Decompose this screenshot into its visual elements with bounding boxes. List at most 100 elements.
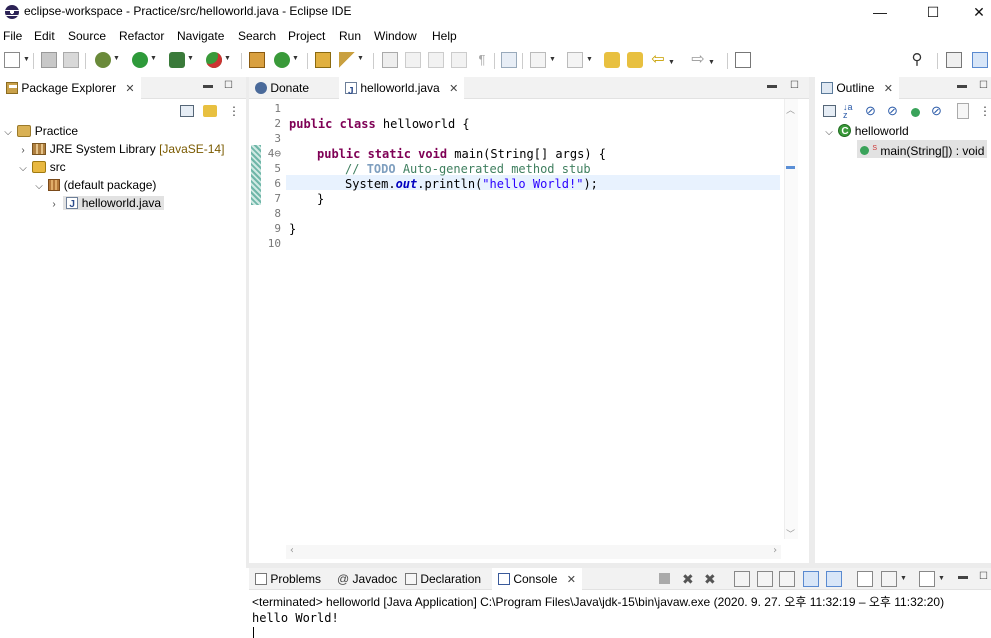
open-console-icon[interactable] <box>919 571 945 587</box>
java-perspective-icon[interactable] <box>972 52 988 68</box>
external-tools-icon[interactable] <box>206 52 231 68</box>
clear-console-icon[interactable] <box>734 571 750 587</box>
pin-console-icon[interactable] <box>857 571 873 587</box>
tab-helloworld-java[interactable]: helloworld.java ✕ <box>339 77 465 103</box>
menu-run[interactable]: Run <box>339 29 361 43</box>
toggle-breadcrumb-icon[interactable] <box>451 52 467 68</box>
close-icon[interactable]: ✕ <box>125 83 134 95</box>
hide-fields-icon[interactable]: ⊘ <box>865 103 881 119</box>
show-whitespace-icon[interactable]: ¶ <box>474 52 490 68</box>
console-output[interactable]: hello World! <box>252 611 339 625</box>
chevron-down-icon[interactable]: ⌵ <box>2 124 14 142</box>
show-on-stdout-icon[interactable] <box>803 571 819 587</box>
outline-item-method[interactable]: S main(String[]) : void <box>857 140 988 158</box>
debug-icon[interactable] <box>95 52 120 68</box>
hide-static-icon[interactable]: ⊘ <box>887 103 903 119</box>
word-wrap-icon[interactable] <box>779 571 795 587</box>
close-icon[interactable]: ✕ <box>449 83 458 95</box>
tab-package-explorer[interactable]: Package Explorer ✕ <box>0 77 141 99</box>
view-menu-icon[interactable]: ⋮ <box>228 103 240 119</box>
quick-access-search-icon[interactable]: ⚲ <box>909 52 925 68</box>
sort-icon[interactable]: ↓a z <box>843 103 859 120</box>
overview-ruler[interactable] <box>784 99 798 539</box>
hide-local-types-icon[interactable]: ⊘ <box>931 103 947 119</box>
tree-item-project[interactable]: ⌵ Practice <box>2 122 78 140</box>
menu-edit[interactable]: Edit <box>34 29 55 43</box>
minimize-view-icon[interactable]: ▬ <box>767 80 777 91</box>
coverage-icon[interactable] <box>169 52 194 68</box>
view-menu-icon[interactable]: ⋮ <box>979 103 991 119</box>
new-java-project-icon[interactable] <box>249 52 265 68</box>
link-with-editor-icon[interactable] <box>203 105 217 117</box>
tab-declaration[interactable]: Declaration <box>399 568 487 590</box>
line-number-fold[interactable]: 4⊖ <box>261 147 281 160</box>
tab-donate[interactable]: Donate <box>249 77 339 99</box>
search-icon-tb[interactable] <box>339 52 364 68</box>
toggle-block-icon[interactable] <box>405 52 421 68</box>
link-with-editor-icon[interactable] <box>957 103 969 119</box>
menu-file[interactable]: File <box>3 29 22 43</box>
next-edit-location-icon[interactable] <box>627 52 643 68</box>
maximize-view-icon[interactable]: ☐ <box>790 80 799 91</box>
run-icon[interactable] <box>132 52 157 68</box>
outline-item-class[interactable]: ⌵ helloworld <box>823 122 909 142</box>
collapse-all-icon[interactable] <box>180 105 194 117</box>
tab-problems[interactable]: Problems <box>249 568 327 590</box>
hide-non-public-icon[interactable] <box>911 108 920 117</box>
save-all-icon[interactable] <box>63 52 79 68</box>
chevron-right-icon[interactable]: › <box>48 196 60 214</box>
tree-item-jre-library[interactable]: › JRE System Library [JavaSE-14] <box>17 140 224 158</box>
scroll-left-icon[interactable]: ‹ <box>289 545 295 556</box>
menu-window[interactable]: Window <box>374 29 417 43</box>
menu-navigate[interactable]: Navigate <box>177 29 224 43</box>
open-perspective-icon[interactable] <box>946 52 962 68</box>
scroll-right-icon[interactable]: › <box>772 545 778 556</box>
chevron-down-icon[interactable]: ⌵ <box>33 178 45 196</box>
tab-console[interactable]: Console ✕ <box>492 568 582 590</box>
menu-help[interactable]: Help <box>432 29 457 43</box>
horizontal-scrollbar[interactable]: ‹ › <box>286 545 781 559</box>
minimize-button[interactable]: — <box>857 0 903 24</box>
menu-source[interactable]: Source <box>68 29 106 43</box>
close-icon[interactable]: ✕ <box>567 574 576 586</box>
maximize-button[interactable]: ☐ <box>910 0 956 24</box>
close-icon[interactable]: ✕ <box>884 83 893 95</box>
forward-icon[interactable]: ⇨ <box>690 52 715 72</box>
terminate-icon[interactable] <box>659 573 670 584</box>
display-console-icon[interactable] <box>881 571 907 587</box>
back-icon[interactable]: ⇦ <box>650 52 675 72</box>
show-on-stderr-icon[interactable] <box>826 571 842 587</box>
open-type-icon[interactable] <box>315 52 331 68</box>
next-annotation-icon[interactable] <box>530 52 556 68</box>
scroll-lock-icon[interactable] <box>757 571 773 587</box>
chevron-down-icon[interactable]: ⌵ <box>823 124 835 142</box>
maximize-view-icon[interactable]: ☐ <box>979 571 988 582</box>
pin-editor-icon[interactable] <box>735 52 751 68</box>
previous-annotation-icon[interactable] <box>567 52 593 68</box>
scroll-up-icon[interactable]: ︿ <box>786 103 795 116</box>
minimize-view-icon[interactable]: ▬ <box>957 80 967 91</box>
maximize-view-icon[interactable]: ☐ <box>224 80 233 91</box>
code-editor[interactable]: 1 2 3 4⊖ 5 6 7 8 9 10 public class hello… <box>249 99 809 563</box>
overview-marker[interactable] <box>786 166 795 169</box>
tree-item-src[interactable]: ⌵ src <box>17 158 65 178</box>
link-editor-icon[interactable] <box>501 52 517 68</box>
last-edit-location-icon[interactable] <box>604 52 620 68</box>
menu-search[interactable]: Search <box>238 29 276 43</box>
minimize-view-icon[interactable]: ▬ <box>203 80 213 91</box>
new-class-icon[interactable] <box>274 52 299 68</box>
chevron-down-icon[interactable]: ⌵ <box>17 160 29 178</box>
save-icon[interactable] <box>41 52 57 68</box>
scroll-down-icon[interactable]: ﹀ <box>786 527 795 540</box>
tree-item-default-package[interactable]: ⌵ (default package) <box>33 176 156 194</box>
new-icon[interactable] <box>4 52 30 68</box>
collapse-all-icon[interactable] <box>823 105 836 117</box>
remove-all-terminated-icon[interactable]: ✖ <box>704 571 720 587</box>
close-button[interactable]: ✕ <box>956 0 991 24</box>
menu-project[interactable]: Project <box>288 29 325 43</box>
remove-launch-icon[interactable]: ✖ <box>682 571 698 587</box>
tab-javadoc[interactable]: @ Javadoc <box>331 568 403 590</box>
tab-outline[interactable]: Outline ✕ <box>815 77 899 99</box>
tree-item-helloworld-java[interactable]: › helloworld.java <box>48 194 165 214</box>
toggle-word-wrap-icon[interactable] <box>428 52 444 68</box>
